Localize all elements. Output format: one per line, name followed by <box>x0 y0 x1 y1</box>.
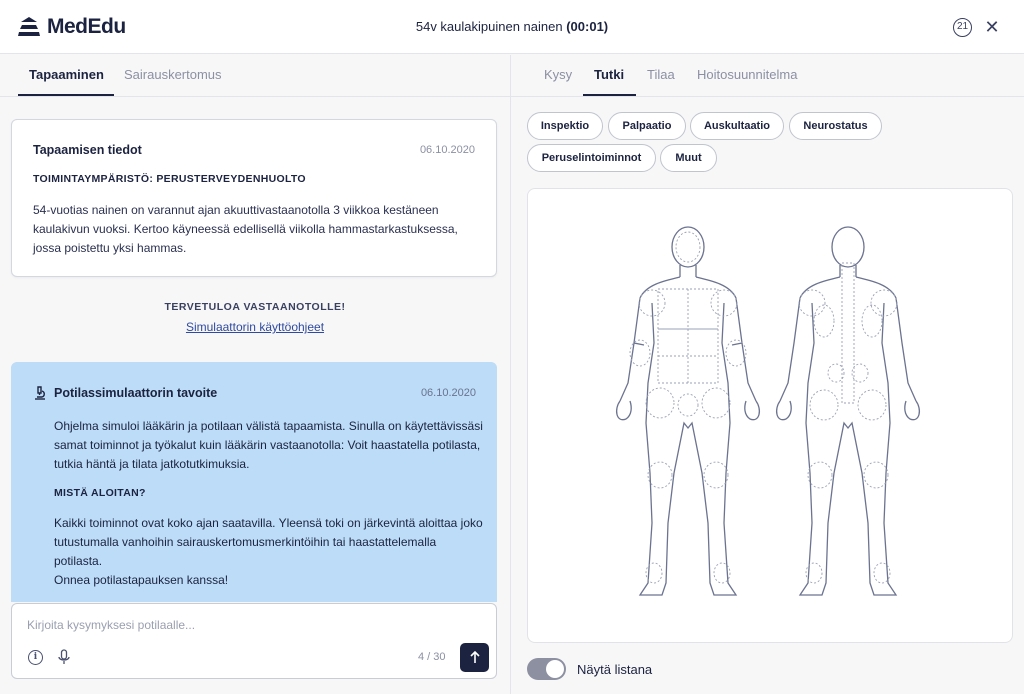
info-card-title: Tapaamisen tiedot <box>33 143 142 157</box>
chip-neurostatus[interactable]: Neurostatus <box>789 112 882 140</box>
left-tab-bar: Tapaaminen Sairauskertomus <box>0 55 510 97</box>
body-diagram <box>615 226 921 596</box>
info-card-subtitle: TOIMINTAYMPÄRISTÖ: PERUSTERVEYDENHUOLTO <box>33 173 306 185</box>
goal-card-closing: Onnea potilastapauksen kanssa! <box>54 573 229 587</box>
info-card-body: 54-vuotias nainen on varannut ajan akuut… <box>33 203 458 255</box>
body-back-figure[interactable] <box>775 226 921 596</box>
app-header: MedEdu 54v kaulakipuinen nainen (00:01) … <box>0 0 1024 54</box>
info-card-date: 06.10.2020 <box>419 144 475 156</box>
toggle-knob <box>546 660 564 678</box>
close-icon[interactable]: ✕ <box>983 16 1001 38</box>
arrow-up-icon <box>469 650 480 663</box>
chip-peruselintoiminnot[interactable]: Peruselintoiminnot <box>527 144 656 172</box>
goal-card-date: 06.10.2020 <box>420 387 476 399</box>
body-back-regions <box>798 262 898 584</box>
microscope-icon <box>35 386 45 400</box>
chip-muut[interactable]: Muut <box>660 144 717 172</box>
tab-hoitosuunnitelma[interactable]: Hoitosuunnitelma <box>697 67 797 82</box>
toggle-label: Näytä listana <box>577 662 653 677</box>
info-icon[interactable]: i <box>28 650 43 665</box>
welcome-heading: TERVETULOA VASTAANOTOLLE! <box>164 301 346 313</box>
tab-tapaaminen[interactable]: Tapaaminen <box>29 67 104 82</box>
list-view-toggle[interactable] <box>527 658 566 680</box>
simulator-goal-card: Potilassimulaattorin tavoite 06.10.2020 … <box>11 362 497 602</box>
chip-palpaatio[interactable]: Palpaatio <box>608 112 686 140</box>
goal-card-paragraph-2-text: Kaikki toiminnot ovat koko ajan saatavil… <box>54 516 483 568</box>
chip-auskultaatio[interactable]: Auskultaatio <box>690 112 784 140</box>
tab-sairauskertomus[interactable]: Sairauskertomus <box>124 67 222 82</box>
case-timer: (00:01) <box>566 19 609 34</box>
tab-tilaa[interactable]: Tilaa <box>647 67 675 82</box>
goal-card-subtitle: MISTÄ ALOITAN? <box>54 487 146 499</box>
send-button[interactable] <box>460 643 489 672</box>
instructions-link[interactable]: Simulaattorin käyttöohjeet <box>0 320 510 334</box>
question-composer: i 4 / 30 <box>11 603 497 679</box>
body-front-figure[interactable] <box>615 226 761 596</box>
appointment-info-card: Tapaamisen tiedot 06.10.2020 TOIMINTAYMP… <box>11 119 497 277</box>
active-tab-indicator <box>583 94 636 96</box>
goal-card-paragraph: Ohjelma simuloi lääkärin ja potilaan väl… <box>54 419 483 471</box>
microphone-icon[interactable] <box>57 649 71 666</box>
count-badge[interactable]: 21 <box>953 18 972 37</box>
goal-card-title: Potilassimulaattorin tavoite <box>54 386 218 400</box>
right-tab-bar: Kysy Tutki Tilaa Hoitosuunnitelma <box>511 55 1024 97</box>
tab-kysy[interactable]: Kysy <box>544 67 572 82</box>
tab-tutki[interactable]: Tutki <box>594 67 624 82</box>
chip-inspektio[interactable]: Inspektio <box>527 112 603 140</box>
active-tab-indicator <box>18 94 114 96</box>
character-counter: 4 / 30 <box>418 651 446 663</box>
body-diagram-panel <box>527 188 1013 643</box>
case-title: 54v kaulakipuinen nainen (00:01) <box>0 19 1024 34</box>
question-input[interactable] <box>27 618 477 632</box>
goal-card-paragraph-2: Kaikki toiminnot ovat koko ajan saatavil… <box>54 514 484 590</box>
case-title-text: 54v kaulakipuinen nainen <box>415 19 563 34</box>
column-divider <box>510 55 511 694</box>
